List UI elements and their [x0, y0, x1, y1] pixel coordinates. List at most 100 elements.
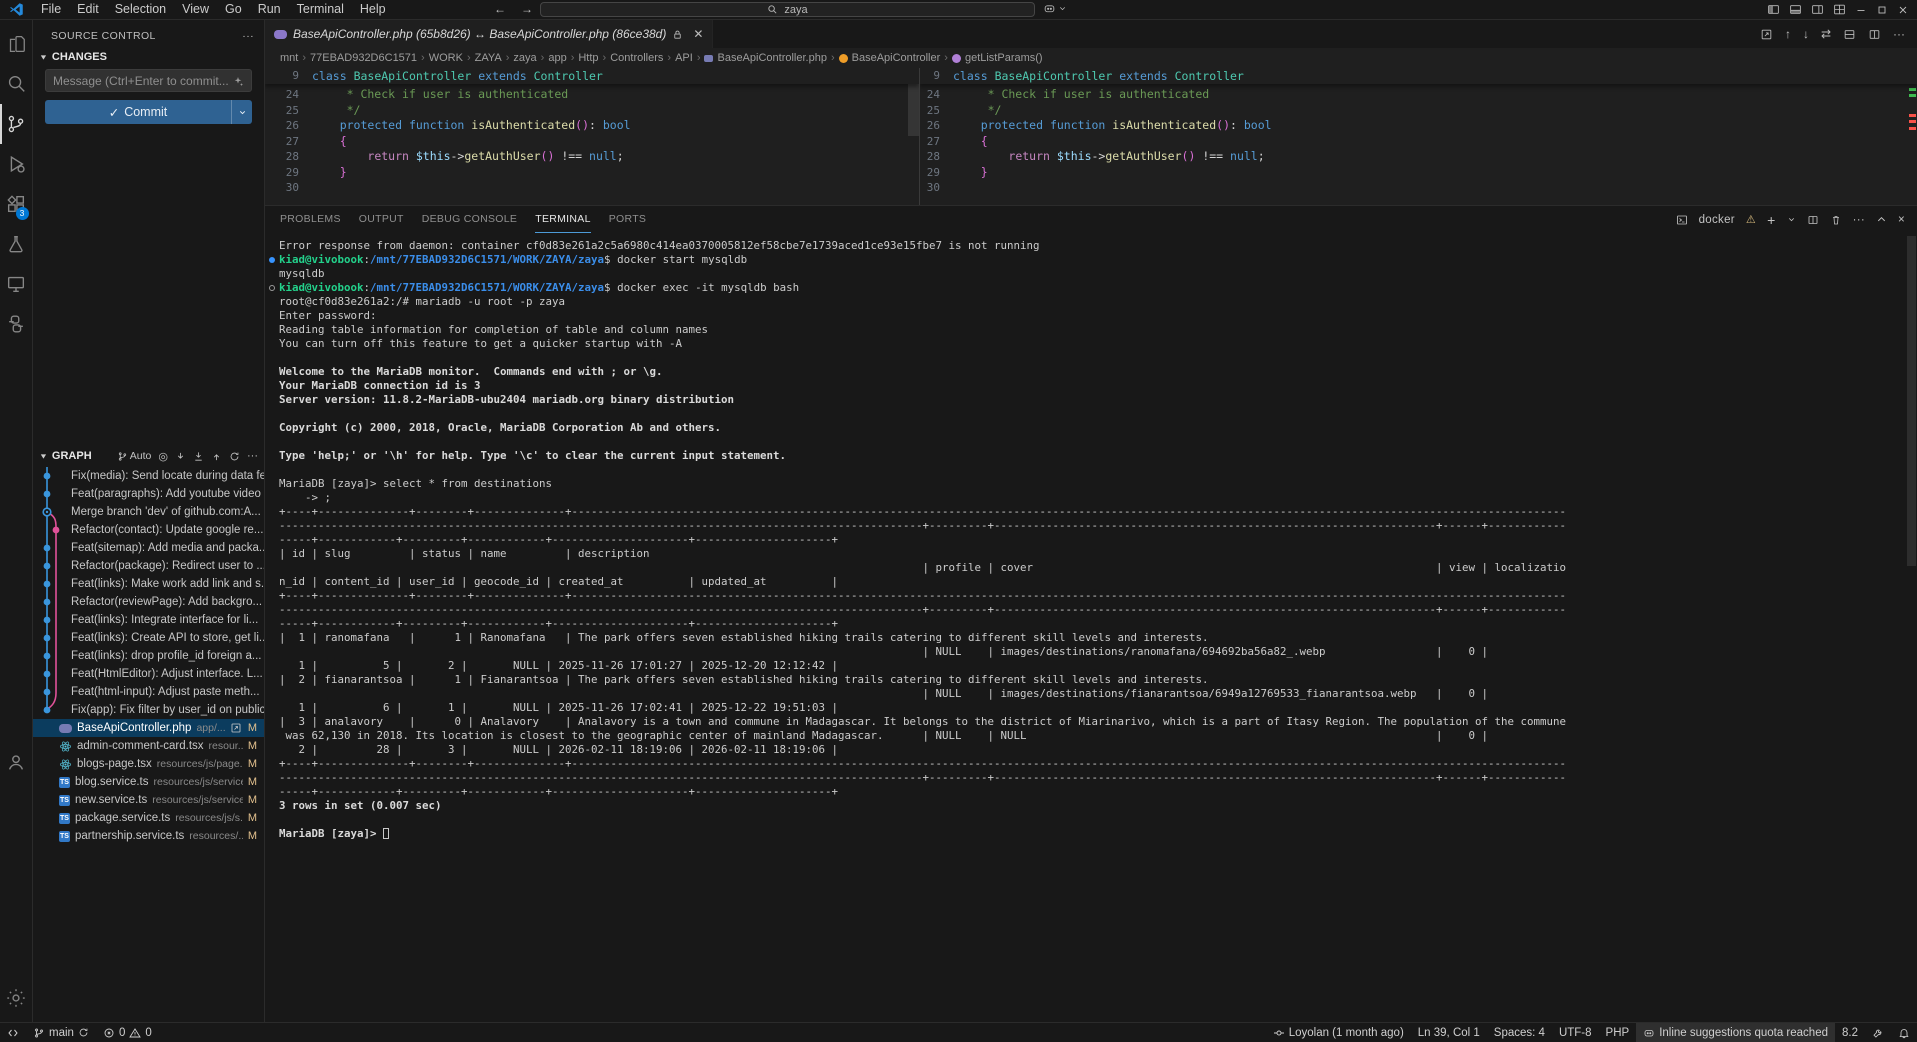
search-sidebar-icon[interactable]	[0, 64, 33, 104]
copilot-status[interactable]: Inline suggestions quota reached	[1636, 1023, 1835, 1042]
source-control-icon[interactable]	[0, 104, 33, 144]
split-editor-icon[interactable]	[1868, 28, 1881, 41]
toggle-panel-icon[interactable]	[1789, 3, 1802, 16]
panel-tab-debug-console[interactable]: DEBUG CONSOLE	[422, 206, 518, 233]
panel-tab-ports[interactable]: PORTS	[609, 206, 646, 233]
file-row[interactable]: partnership.service.tsresources/...M	[33, 827, 264, 845]
commit-row[interactable]: Feat(sitemap): Add media and packa...	[33, 539, 264, 557]
menu-terminal[interactable]: Terminal	[290, 0, 351, 19]
breadcrumb-item[interactable]: zaya	[513, 52, 536, 64]
customize-layout-icon[interactable]	[1833, 3, 1846, 16]
commit-row[interactable]: Feat(links): Make work add link and s...	[33, 575, 264, 593]
notifications-bell-icon[interactable]	[1891, 1023, 1917, 1042]
graph-auto-toggle[interactable]: Auto	[117, 450, 152, 462]
commit-row[interactable]: Feat(links): Create API to store, get li…	[33, 629, 264, 647]
scrollbar[interactable]	[908, 84, 919, 136]
file-row[interactable]: blog.service.tsresources/js/servicesM	[33, 773, 264, 791]
terminal-profile-label[interactable]: docker	[1699, 214, 1735, 226]
commit-row[interactable]: Refactor(contact): Update google re...	[33, 521, 264, 539]
problems-indicator[interactable]: 0 0	[96, 1023, 159, 1042]
commit-row[interactable]: Feat(HtmlEditor): Adjust interface. L...	[33, 665, 264, 683]
wrench-icon[interactable]	[1865, 1023, 1891, 1042]
menu-view[interactable]: View	[175, 0, 216, 19]
more-actions-icon[interactable]: ···	[1853, 214, 1865, 226]
commit-message-input[interactable]: Message (Ctrl+Enter to commit...	[45, 69, 252, 92]
commit-row[interactable]: Feat(html-input): Adjust paste meth...	[33, 683, 264, 701]
generate-commit-message-icon[interactable]	[232, 75, 244, 87]
file-row[interactable]: BaseApiController.phpapp/...M	[33, 719, 264, 737]
menu-selection[interactable]: Selection	[108, 0, 173, 19]
run-debug-icon[interactable]	[0, 144, 33, 184]
diff-tab[interactable]: BaseApiController.php (65b8d26) ↔ BaseAp…	[265, 20, 713, 48]
breadcrumb-item[interactable]: mnt	[280, 52, 298, 64]
more-actions-icon[interactable]: ···	[242, 30, 254, 42]
previous-change-icon[interactable]: ↑	[1785, 27, 1791, 41]
git-blame[interactable]: Loyolan (1 month ago)	[1266, 1023, 1411, 1042]
menu-run[interactable]: Run	[251, 0, 288, 19]
commit-row[interactable]: Feat(links): Integrate interface for li.…	[33, 611, 264, 629]
remote-explorer-icon[interactable]	[0, 264, 33, 304]
overview-ruler[interactable]	[1901, 68, 1917, 205]
commit-row[interactable]: Feat(links): drop profile_id foreign a..…	[33, 647, 264, 665]
push-icon[interactable]	[211, 451, 222, 462]
open-file-icon[interactable]	[230, 722, 242, 734]
language-mode[interactable]: PHP	[1599, 1023, 1637, 1042]
extensions-icon[interactable]: 3	[0, 184, 33, 224]
file-row[interactable]: package.service.tsresources/js/s...M	[33, 809, 264, 827]
toggle-sidebar-icon[interactable]	[1767, 3, 1780, 16]
testing-icon[interactable]	[0, 224, 33, 264]
breadcrumb-item[interactable]: getListParams()	[952, 52, 1043, 64]
file-row[interactable]: blogs-page.tsxresources/js/page...M	[33, 755, 264, 773]
diff-original-pane[interactable]: 9class BaseApiController extends Control…	[265, 68, 919, 205]
more-actions-icon[interactable]: ···	[1893, 27, 1905, 41]
breadcrumb[interactable]: mnt›77EBAD932D6C1571›WORK›ZAYA›zaya›app›…	[265, 48, 1917, 68]
breadcrumb-item[interactable]: API	[675, 52, 693, 64]
menu-edit[interactable]: Edit	[70, 0, 106, 19]
panel-tab-problems[interactable]: PROBLEMS	[280, 206, 341, 233]
breadcrumb-item[interactable]: BaseApiController	[839, 52, 941, 64]
close-tab-icon[interactable]: ✕	[693, 27, 703, 41]
pull-icon[interactable]	[175, 451, 186, 462]
indentation[interactable]: Spaces: 4	[1487, 1023, 1552, 1042]
commit-row[interactable]: Fix(media): Send locate during data fet.…	[33, 467, 264, 485]
split-terminal-icon[interactable]	[1807, 214, 1819, 226]
scrollbar[interactable]	[1907, 236, 1916, 566]
close-icon[interactable]	[1897, 4, 1909, 16]
commit-dropdown-icon[interactable]	[231, 100, 252, 124]
copilot-menu[interactable]	[1043, 2, 1067, 15]
remote-indicator[interactable]	[0, 1023, 26, 1042]
panel-tab-output[interactable]: OUTPUT	[359, 206, 404, 233]
changes-section-header[interactable]: ▼ CHANGES	[33, 48, 264, 68]
menu-file[interactable]: File	[34, 0, 68, 19]
inline-view-icon[interactable]	[1843, 28, 1856, 41]
menu-help[interactable]: Help	[353, 0, 393, 19]
breadcrumb-item[interactable]: Http	[578, 52, 598, 64]
command-center-search[interactable]: zaya	[540, 2, 1035, 17]
encoding[interactable]: UTF-8	[1552, 1023, 1599, 1042]
swap-sides-icon[interactable]: ⇄	[1821, 27, 1831, 41]
cursor-position[interactable]: Ln 39, Col 1	[1411, 1023, 1487, 1042]
kill-terminal-icon[interactable]	[1830, 214, 1842, 226]
account-icon[interactable]	[0, 742, 33, 782]
forward-icon[interactable]: →	[521, 0, 533, 19]
menu-go[interactable]: Go	[218, 0, 249, 19]
maximize-panel-icon[interactable]	[1876, 214, 1887, 225]
branch-indicator[interactable]: main	[26, 1023, 96, 1042]
minimize-icon[interactable]	[1855, 4, 1867, 16]
breadcrumb-item[interactable]: app	[548, 52, 566, 64]
breadcrumb-item[interactable]: Controllers	[610, 52, 663, 64]
python-icon[interactable]	[0, 304, 33, 344]
maximize-icon[interactable]	[1876, 4, 1888, 16]
back-icon[interactable]: ←	[494, 0, 506, 19]
breadcrumb-item[interactable]: ZAYA	[475, 52, 502, 64]
graph-target-icon[interactable]: ◎	[158, 450, 168, 463]
refresh-icon[interactable]	[229, 451, 240, 462]
panel-tab-terminal[interactable]: TERMINAL	[535, 206, 591, 233]
terminal-dropdown-icon[interactable]	[1787, 215, 1796, 224]
breadcrumb-item[interactable]: WORK	[429, 52, 463, 64]
commit-row[interactable]: Merge branch 'dev' of github.com:A...	[33, 503, 264, 521]
open-file-icon[interactable]	[1760, 28, 1773, 41]
diff-modified-pane[interactable]: 9class BaseApiController extends Control…	[919, 68, 1917, 205]
fetch-icon[interactable]	[193, 451, 204, 462]
commit-row[interactable]: Fix(app): Fix filter by user_id on publi…	[33, 701, 264, 719]
